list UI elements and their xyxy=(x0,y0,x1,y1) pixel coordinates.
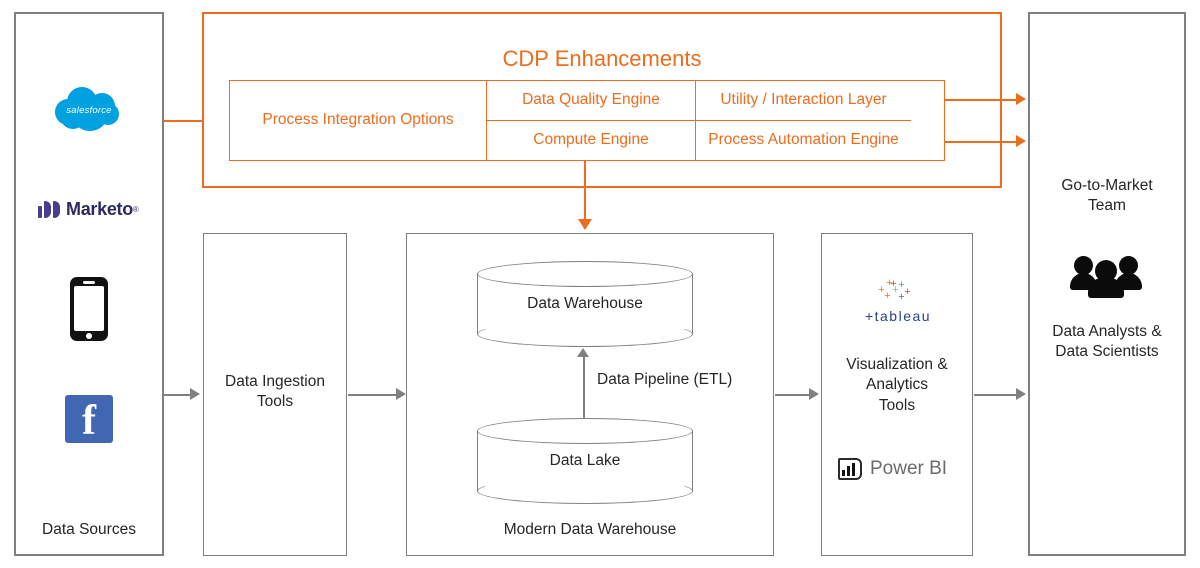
go-to-market-team-label: Go-to-Market Team xyxy=(1028,176,1186,217)
diagram-canvas: salesforce Marketo ® f Data Sources CDP … xyxy=(0,0,1200,568)
facebook-logo: f xyxy=(65,395,113,444)
phone-speaker xyxy=(83,281,95,284)
cdp-cell-process-integration-options[interactable]: Process Integration Options xyxy=(230,81,487,160)
tableau-logo: + + + + + + + + +tableau xyxy=(856,277,940,325)
data-lake-label: Data Lake xyxy=(549,452,621,469)
data-warehouse-cylinder: Data Warehouse xyxy=(477,261,693,347)
tableau-wordmark: +tableau xyxy=(856,308,940,324)
data-pipeline-label: Data Pipeline (ETL) xyxy=(597,371,733,388)
arrow-etl-pipeline xyxy=(577,348,589,357)
cdp-column-layers: Utility / Interaction Layer Process Auto… xyxy=(696,81,911,160)
arrow-visualization-to-consumers xyxy=(1016,388,1026,400)
facebook-f-glyph: f xyxy=(82,398,96,444)
cylinder-bottom xyxy=(477,321,693,347)
data-sources-label: Data Sources xyxy=(42,521,136,538)
cylinder-bottom xyxy=(477,478,693,504)
marketo-logo: Marketo ® xyxy=(38,196,142,222)
cdp-column-engines: Data Quality Engine Compute Engine xyxy=(487,81,696,160)
cdp-cell-compute-engine[interactable]: Compute Engine xyxy=(487,121,695,161)
people-group-icon xyxy=(1070,250,1144,298)
connector-cdp-to-warehouse xyxy=(584,161,586,221)
arrow-cdp-to-gtm-lower xyxy=(1016,135,1026,147)
connector-cdp-to-gtm-upper xyxy=(944,99,1018,101)
tableau-marks-icon: + + + + + + + + xyxy=(878,277,911,303)
visualization-label-line3: Tools xyxy=(878,396,916,414)
ingestion-label-line2: Tools xyxy=(256,393,294,411)
analysts-label-line2: Data Scientists xyxy=(1055,343,1159,361)
powerbi-wordmark: Power BI xyxy=(870,458,948,479)
arrow-sources-to-ingestion xyxy=(190,388,200,400)
connector-warehouse-to-visualization xyxy=(775,394,813,396)
cdp-engine-grid: Process Integration Options Data Quality… xyxy=(229,80,945,161)
marketo-bars-icon xyxy=(38,200,60,218)
gtm-label-line2: Team xyxy=(1088,197,1126,215)
modern-data-warehouse-label: Modern Data Warehouse xyxy=(503,521,677,538)
analysts-label-line1: Data Analysts & xyxy=(1052,323,1162,340)
phone-screen xyxy=(74,286,104,331)
data-lake-cylinder: Data Lake xyxy=(477,418,693,504)
mobile-phone-icon xyxy=(70,277,108,341)
visualization-label-line1: Visualization & xyxy=(846,356,948,373)
visualization-analytics-label: Visualization & Analytics Tools xyxy=(821,355,973,416)
data-analysts-scientists-label: Data Analysts & Data Scientists xyxy=(1028,322,1186,363)
connector-cdp-to-gtm-lower xyxy=(944,141,1018,143)
powerbi-logo: Power BI xyxy=(838,458,947,480)
tableau-word: tableau xyxy=(874,308,932,324)
phone-home-button xyxy=(86,332,92,339)
cylinder-top xyxy=(477,418,693,444)
cdp-cell-process-automation-engine[interactable]: Process Automation Engine xyxy=(696,121,911,161)
connector-etl-pipeline xyxy=(583,357,585,419)
connector-ingestion-to-warehouse xyxy=(348,394,400,396)
connector-sources-to-ingestion xyxy=(164,394,193,396)
arrow-warehouse-to-visualization xyxy=(809,388,819,400)
cdp-cell-data-quality-engine[interactable]: Data Quality Engine xyxy=(487,81,695,121)
salesforce-logo: salesforce xyxy=(53,85,125,135)
tableau-plus-glyph: + xyxy=(864,308,875,324)
gtm-label-line1: Go-to-Market xyxy=(1061,177,1153,194)
arrow-ingestion-to-warehouse xyxy=(396,388,406,400)
data-ingestion-tools-label: Data Ingestion Tools xyxy=(203,372,347,413)
marketo-wordmark: Marketo xyxy=(66,198,133,219)
cdp-title: CDP Enhancements xyxy=(502,46,702,71)
salesforce-wordmark: salesforce xyxy=(66,105,112,116)
connector-visualization-to-consumers xyxy=(974,394,1018,396)
cylinder-top xyxy=(477,261,693,287)
powerbi-glyph-icon xyxy=(838,458,862,480)
data-warehouse-label: Data Warehouse xyxy=(527,295,643,312)
marketo-trademark: ® xyxy=(132,204,139,214)
arrow-cdp-to-warehouse xyxy=(578,219,592,230)
ingestion-label-line1: Data Ingestion xyxy=(225,373,325,390)
arrow-cdp-to-gtm-upper xyxy=(1016,93,1026,105)
visualization-label-line2: Analytics xyxy=(865,376,929,394)
cdp-cell-utility-interaction-layer[interactable]: Utility / Interaction Layer xyxy=(696,81,911,121)
